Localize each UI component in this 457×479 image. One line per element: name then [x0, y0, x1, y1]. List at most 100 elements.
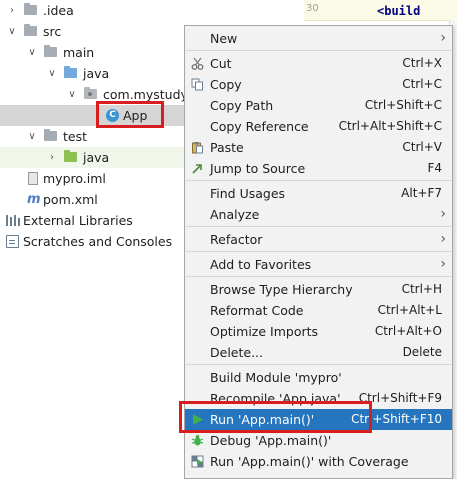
project-tree: › .idea ∨ src ∨ main ∨ java ∨ com.mystud… [0, 0, 188, 479]
menu-item-label: Browse Type Hierarchy [210, 282, 353, 297]
menu-item-shortcut: Ctrl+Shift+F10 [351, 412, 442, 426]
menu-item-add-to-favorites[interactable]: Add to Favorites › [185, 254, 452, 275]
menu-item-optimize-imports[interactable]: Optimize Imports Ctrl+Alt+O [185, 321, 452, 342]
menu-separator [186, 180, 451, 181]
menu-item-shortcut: Ctrl+Shift+C [364, 98, 442, 112]
menu-item-label: Copy Path [210, 98, 274, 113]
menu-separator [186, 364, 451, 365]
menu-item-recompile[interactable]: Recompile 'App.java' Ctrl+Shift+F9 [185, 388, 452, 409]
submenu-arrow-icon: › [440, 30, 446, 46]
menu-item-label: Delete... [210, 345, 263, 360]
chevron-down-icon[interactable]: ∨ [6, 21, 18, 42]
tree-item-label: java [83, 66, 110, 81]
menu-item-label: Refactor [210, 232, 263, 247]
menu-item-label: Analyze [210, 207, 260, 222]
module-file-icon [28, 172, 38, 185]
menu-item-find-usages[interactable]: Find Usages Alt+F7 [185, 183, 452, 204]
menu-item-shortcut: Ctrl+Alt+Shift+C [338, 119, 442, 133]
menu-item-shortcut: F4 [427, 161, 442, 175]
tree-item-pom[interactable]: m pom.xml [0, 189, 185, 210]
menu-item-delete[interactable]: Delete... Delete [185, 342, 452, 363]
context-menu: New › Cut Ctrl+X Copy Ctrl+C Copy Path C… [184, 25, 453, 479]
chevron-down-icon[interactable]: ∨ [46, 63, 58, 84]
test-folder-icon [64, 150, 77, 162]
menu-item-browse-type-hierarchy[interactable]: Browse Type Hierarchy Ctrl+H [185, 279, 452, 300]
menu-item-shortcut: Ctrl+X [402, 56, 442, 70]
menu-item-build-module[interactable]: Build Module 'mypro' [185, 367, 452, 388]
folder-icon [24, 3, 37, 15]
tree-item-label: src [43, 24, 62, 39]
menu-item-label: Recompile 'App.java' [210, 391, 341, 406]
debug-icon [191, 435, 204, 446]
tree-item-label: App [123, 108, 148, 123]
menu-item-shortcut: Ctrl+V [402, 140, 442, 154]
menu-item-run-with-coverage[interactable]: Run 'App.main()' with Coverage [185, 451, 452, 472]
chevron-down-icon[interactable]: ∨ [26, 42, 38, 63]
tree-item-label: pom.xml [43, 192, 98, 207]
tree-item-src[interactable]: ∨ src [0, 21, 185, 42]
menu-item-debug[interactable]: Debug 'App.main()' [185, 430, 452, 451]
menu-item-label: Find Usages [210, 186, 286, 201]
menu-item-shortcut: Ctrl+C [402, 77, 442, 91]
submenu-arrow-icon: › [440, 256, 446, 272]
tree-item-label: com.mystudy [103, 87, 188, 102]
menu-item-label: Build Module 'mypro' [210, 370, 342, 385]
tree-item-main[interactable]: ∨ main [0, 42, 185, 63]
tree-item-idea[interactable]: › .idea [0, 0, 185, 21]
library-icon [6, 215, 20, 226]
menu-item-reformat-code[interactable]: Reformat Code Ctrl+Alt+L [185, 300, 452, 321]
line-number: 30 [306, 3, 319, 14]
menu-item-run[interactable]: Run 'App.main()' Ctrl+Shift+F10 [185, 409, 452, 430]
menu-item-label: Debug 'App.main()' [210, 433, 332, 448]
menu-item-paste[interactable]: Paste Ctrl+V [185, 137, 452, 158]
menu-item-shortcut: Delete [402, 345, 442, 359]
scratches-icon [6, 235, 19, 248]
tree-item-test[interactable]: ∨ test [0, 126, 185, 147]
run-icon [193, 414, 203, 425]
submenu-arrow-icon: › [440, 206, 446, 222]
menu-item-jump-to-source[interactable]: Jump to Source F4 [185, 158, 452, 179]
folder-icon [44, 45, 57, 57]
chevron-right-icon[interactable]: › [6, 0, 18, 21]
menu-item-label: Jump to Source [210, 161, 306, 176]
menu-item-analyze[interactable]: Analyze › [185, 204, 452, 225]
menu-item-shortcut: Ctrl+Alt+O [374, 324, 442, 338]
menu-item-label: Run 'App.main()' with Coverage [210, 454, 409, 469]
menu-item-label: Copy Reference [210, 119, 309, 134]
coverage-icon [191, 455, 204, 468]
chevron-down-icon[interactable]: ∨ [26, 126, 38, 147]
menu-separator [186, 226, 451, 227]
menu-item-copy[interactable]: Copy Ctrl+C [185, 74, 452, 95]
tree-item-iml[interactable]: mypro.iml [0, 168, 185, 189]
menu-item-copy-path[interactable]: Copy Path Ctrl+Shift+C [185, 95, 452, 116]
menu-item-refactor[interactable]: Refactor › [185, 229, 452, 250]
chevron-down-icon[interactable]: ∨ [66, 84, 78, 105]
package-icon [84, 87, 97, 99]
tree-item-scratches[interactable]: Scratches and Consoles [0, 231, 185, 252]
menu-item-shortcut: Ctrl+Shift+F9 [358, 391, 442, 405]
source-folder-icon [64, 66, 77, 78]
tree-item-label: test [63, 129, 88, 144]
menu-item-copy-reference[interactable]: Copy Reference Ctrl+Alt+Shift+C [185, 116, 452, 137]
menu-item-shortcut: Ctrl+H [401, 282, 442, 296]
java-class-icon: C [106, 109, 119, 122]
menu-item-label: Run 'App.main()' [210, 412, 315, 427]
menu-item-label: Reformat Code [210, 303, 304, 318]
menu-item-new[interactable]: New › [185, 28, 452, 49]
tree-item-label: External Libraries [23, 213, 133, 228]
tree-item-java-main[interactable]: ∨ java [0, 63, 185, 84]
menu-separator [186, 50, 451, 51]
folder-icon [24, 24, 37, 36]
menu-item-label: New [210, 31, 238, 46]
menu-item-cut[interactable]: Cut Ctrl+X [185, 53, 452, 74]
tree-item-label: main [63, 45, 95, 60]
tree-item-package[interactable]: ∨ com.mystudy [0, 84, 188, 105]
tree-item-java-test[interactable]: › java [0, 147, 185, 168]
maven-icon: m [27, 192, 41, 207]
chevron-right-icon[interactable]: › [46, 147, 58, 168]
tree-item-external-libraries[interactable]: External Libraries [0, 210, 185, 231]
menu-item-label: Add to Favorites [210, 257, 312, 272]
tree-item-app[interactable]: C App [0, 105, 185, 126]
menu-separator [186, 251, 451, 252]
menu-item-label: Optimize Imports [210, 324, 319, 339]
